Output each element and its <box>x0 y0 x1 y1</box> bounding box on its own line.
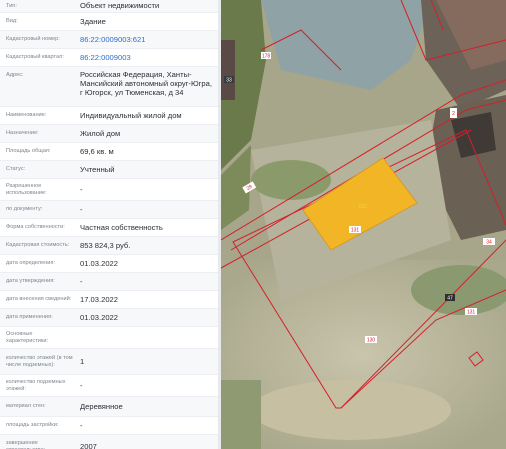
row-label: Форма собственности: <box>6 224 65 231</box>
row-label: материал стен: <box>6 403 46 410</box>
grass-bottom-left <box>221 380 261 449</box>
row-label: количество подземных этажей: <box>6 378 66 392</box>
svg-text:47: 47 <box>447 296 453 302</box>
row-value: 2007 <box>80 442 97 449</box>
svg-text:2: 2 <box>452 111 455 117</box>
map-view[interactable]: 178 33 2 29 621 131 34 47 131 130 <box>221 0 506 449</box>
parcel-label: 47 <box>445 294 455 302</box>
row-value: Объект недвижимости <box>80 1 160 11</box>
parcel-label: 178 <box>261 52 271 60</box>
info-row-entry-date: дата внесения сведений: 17.03.2022 <box>0 291 220 309</box>
row-value: - <box>80 380 83 390</box>
row-label: Статус: <box>6 166 26 173</box>
parcel-label: 33 <box>224 76 234 84</box>
cadastral-number-link[interactable]: 86:22:0009003:621 <box>76 31 220 48</box>
row-value: - <box>80 276 83 286</box>
row-label: дата определения: <box>6 260 56 267</box>
parcel-label: 131 <box>465 308 477 316</box>
svg-text:33: 33 <box>226 78 232 84</box>
info-row-construction-completion: завершение строительства: 2007 <box>0 435 220 449</box>
row-label: Разрешенное использование: <box>6 182 47 196</box>
svg-text:34: 34 <box>486 240 492 246</box>
info-row-cadastral-quarter: Кадастровый квартал: 86:22:0009003 <box>0 49 220 67</box>
row-label: дата утверждения: <box>6 278 55 285</box>
row-label: Основные характеристики: <box>6 330 49 344</box>
row-value <box>76 327 220 348</box>
roof-left <box>221 40 235 100</box>
grass-patch <box>251 160 331 200</box>
svg-text:131: 131 <box>351 228 360 234</box>
row-value: - <box>80 420 83 430</box>
info-row-area: Площадь общая: 69,6 кв. м <box>0 143 220 161</box>
info-row-name: Наименование: Индивидуальный жилой дом <box>0 107 220 125</box>
info-row-approval-date: дата утверждения: - <box>0 273 220 291</box>
row-value: Российская Федерация, Ханты-Мансийский а… <box>80 70 212 98</box>
info-row-building-area: площадь застройки: - <box>0 417 220 435</box>
row-value: 01.03.2022 <box>80 312 119 322</box>
parcel-label: 34 <box>483 238 495 246</box>
row-label: Тип: <box>6 2 17 9</box>
parcel-label: 621 <box>359 204 368 210</box>
svg-text:621: 621 <box>359 204 368 210</box>
row-label: Кадастровый номер: <box>6 36 60 43</box>
row-label: Адрес: <box>6 72 24 78</box>
info-row-address: Адрес: Российская Федерация, Ханты-Манси… <box>0 67 220 107</box>
row-value: 69,6 кв. м <box>80 146 114 156</box>
cadastral-quarter-link[interactable]: 86:22:0009003 <box>76 49 220 66</box>
row-label: Кадастровая стоимость: <box>6 242 70 249</box>
sand-area <box>251 380 451 440</box>
info-row-purpose: Назначение: Жилой дом <box>0 125 220 143</box>
row-value: 853 824,3 руб. <box>80 240 131 250</box>
info-row-wall-material: материал стен: Деревянное <box>0 397 220 417</box>
row-value: Учтенный <box>80 164 115 174</box>
info-row-permitted-use: Разрешенное использование: - <box>0 179 220 201</box>
parcel-label: 130 <box>365 336 377 344</box>
object-info-panel: Тип: Объект недвижимости Вид: Здание Кад… <box>0 0 220 449</box>
info-row-cadastral-value: Кадастровая стоимость: 853 824,3 руб. <box>0 237 220 255</box>
row-label: дата применения: <box>6 314 53 321</box>
info-row-kind: Вид: Здание <box>0 13 220 31</box>
row-label: площадь застройки: <box>6 422 59 429</box>
parcel-label: 131 <box>349 226 361 234</box>
svg-text:131: 131 <box>467 310 476 316</box>
info-row-floors: количество этажей (в том числе подземных… <box>0 349 220 375</box>
row-value: - <box>80 184 83 194</box>
info-row-determination-date: дата определения: 01.03.2022 <box>0 255 220 273</box>
parcel-label: 2 <box>450 108 457 118</box>
row-label: количество этажей (в том числе подземных… <box>6 354 73 368</box>
info-row-cadastral-number: Кадастровый номер: 86:22:0009003:621 <box>0 31 220 49</box>
row-label: Наименование: <box>6 112 47 119</box>
satellite-map[interactable]: 178 33 2 29 621 131 34 47 131 130 <box>221 0 506 449</box>
row-value: Жилой дом <box>80 128 121 138</box>
row-label: Назначение: <box>6 130 39 137</box>
row-label: дата внесения сведений: <box>6 296 72 303</box>
info-row-type: Тип: Объект недвижимости <box>0 0 220 13</box>
row-label: по документу: <box>6 206 43 213</box>
svg-text:130: 130 <box>367 338 376 344</box>
info-row-status: Статус: Учтенный <box>0 161 220 179</box>
info-row-underground-floors: количество подземных этажей: - <box>0 375 220 397</box>
info-row-application-date: дата применения: 01.03.2022 <box>0 309 220 327</box>
row-value: 1 <box>80 356 85 366</box>
svg-text:178: 178 <box>262 54 271 60</box>
info-row-by-document: по документу: - <box>0 201 220 219</box>
row-value: Здание <box>80 16 106 26</box>
row-label: Кадастровый квартал: <box>6 54 64 61</box>
row-label: Площадь общая: <box>6 148 51 155</box>
info-row-main-characteristics: Основные характеристики: <box>0 327 220 349</box>
row-label: завершение строительства: <box>6 440 45 449</box>
row-value: 17.03.2022 <box>80 294 119 304</box>
row-value: - <box>80 204 83 214</box>
row-label: Вид: <box>6 18 18 25</box>
info-row-ownership: Форма собственности: Частная собственнос… <box>0 219 220 237</box>
row-value: Индивидуальный жилой дом <box>80 110 182 120</box>
row-value: 01.03.2022 <box>80 258 119 268</box>
row-value: Частная собственность <box>80 222 163 232</box>
row-value: Деревянное <box>80 401 123 411</box>
